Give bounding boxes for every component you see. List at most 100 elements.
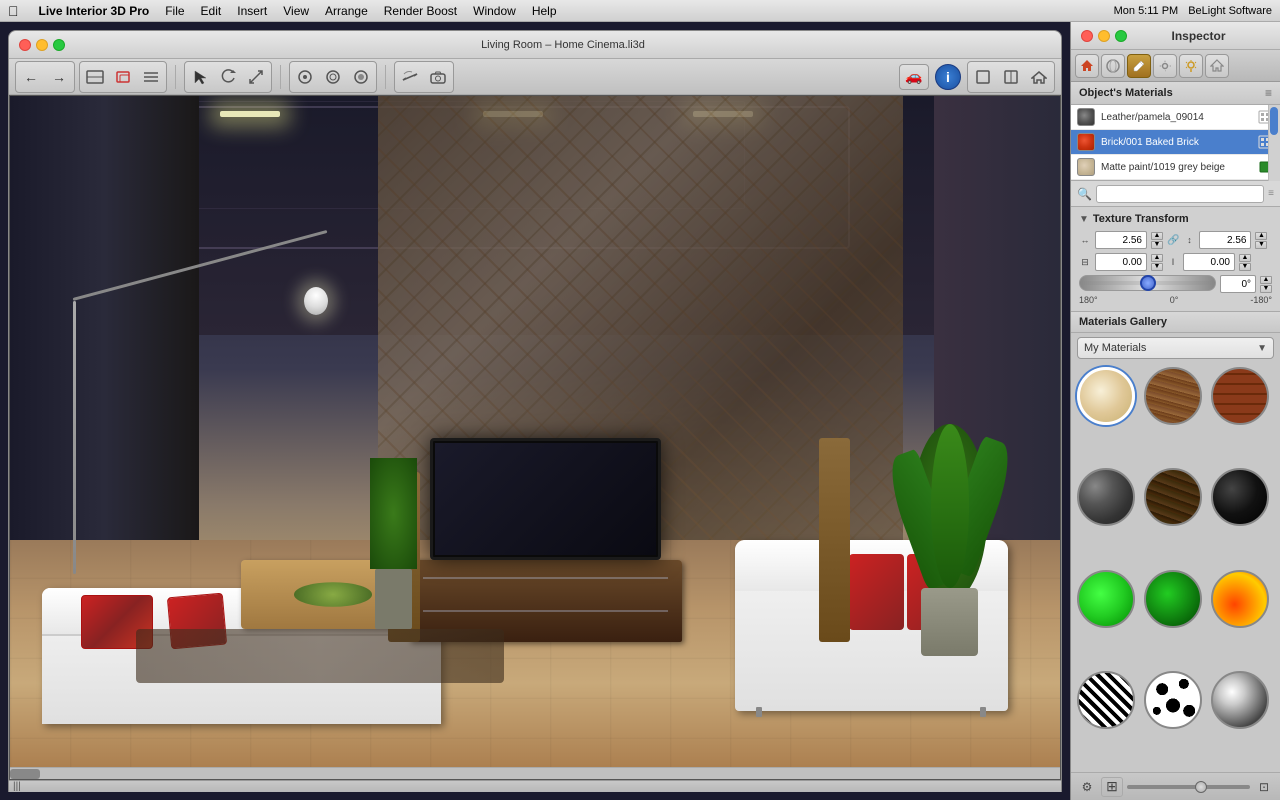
scale-button[interactable] [243, 64, 269, 90]
zoom-slider-thumb[interactable] [1195, 781, 1207, 793]
inspector-tab-object[interactable] [1101, 54, 1125, 78]
gallery-item-6[interactable] [1211, 468, 1269, 526]
gallery-item-10[interactable] [1077, 671, 1135, 729]
material-item-brick[interactable]: Brick/001 Baked Brick [1071, 130, 1280, 155]
scale-y-down[interactable]: ▼ [1255, 241, 1267, 249]
gallery-item-3[interactable] [1211, 367, 1269, 425]
inspector-settings-button[interactable]: ⚙ [1077, 777, 1097, 797]
gallery-item-7[interactable] [1077, 570, 1135, 628]
gallery-dropdown[interactable]: My Materials ▼ [1077, 337, 1274, 359]
materials-scrollbar-thumb[interactable] [1270, 107, 1278, 135]
menu-view[interactable]: View [283, 4, 309, 18]
inspector-add-button[interactable]: ⊞ [1101, 777, 1123, 797]
info-button[interactable]: i [935, 64, 961, 90]
menu-file[interactable]: File [165, 4, 184, 18]
view-2d-button[interactable] [82, 64, 108, 90]
gallery-item-4[interactable] [1077, 468, 1135, 526]
orbit-button[interactable] [320, 64, 346, 90]
menu-edit[interactable]: Edit [201, 4, 222, 18]
inspector-view-button[interactable]: ⊡ [1254, 777, 1274, 797]
viewport-scrollbar-thumb[interactable] [10, 769, 40, 779]
layout-2-button[interactable] [998, 64, 1024, 90]
offset-y-up[interactable]: ▲ [1239, 254, 1251, 262]
menu-render-boost[interactable]: Render Boost [384, 4, 457, 18]
scale-x-input[interactable] [1095, 231, 1147, 249]
car-button[interactable]: 🚗 [899, 64, 929, 90]
close-button[interactable] [19, 39, 31, 51]
zoom-slider-track[interactable] [1127, 785, 1250, 789]
gallery-grid [1071, 363, 1280, 772]
camera-button[interactable] [425, 64, 451, 90]
angle-up[interactable]: ▲ [1260, 276, 1272, 284]
inspector-tab-house[interactable] [1075, 54, 1099, 78]
point-button[interactable] [292, 64, 318, 90]
back-button[interactable]: ← [18, 64, 44, 90]
scale-y-input[interactable] [1199, 231, 1251, 249]
apple-menu[interactable]:  [8, 3, 19, 19]
inspector-tab-lighting[interactable] [1179, 54, 1203, 78]
material-item-leather[interactable]: Leather/pamela_09014 [1071, 105, 1280, 130]
tt-collapse-icon[interactable]: ▼ [1079, 214, 1089, 225]
gallery-item-11[interactable] [1144, 671, 1202, 729]
app-name[interactable]: Live Interior 3D Pro [39, 4, 150, 18]
brick-swatch [1077, 133, 1095, 151]
gallery-item-1[interactable] [1077, 367, 1135, 425]
offset-x-down[interactable]: ▼ [1151, 263, 1163, 271]
gallery-item-12[interactable] [1211, 671, 1269, 729]
filter-input[interactable] [1096, 185, 1264, 203]
viewport-3d[interactable] [9, 95, 1061, 780]
gallery-item-2[interactable] [1144, 367, 1202, 425]
offset-y-down[interactable]: ▼ [1239, 263, 1251, 271]
scale-x-up[interactable]: ▲ [1151, 232, 1163, 240]
viewport-scrollbar[interactable] [10, 767, 1060, 779]
objects-materials-header: Object's Materials ≡ [1071, 82, 1280, 105]
maximize-button[interactable] [53, 39, 65, 51]
angle-slider-track[interactable] [1079, 275, 1216, 291]
select-group [184, 61, 272, 93]
offset-y-input[interactable] [1183, 253, 1235, 271]
offset-x-input[interactable] [1095, 253, 1147, 271]
layout-home-button[interactable] [1026, 64, 1052, 90]
texture-transform-label: Texture Transform [1093, 213, 1189, 225]
material-item-matte[interactable]: Matte paint/1019 grey beige [1071, 155, 1280, 180]
inspector-tab-materials[interactable] [1127, 54, 1151, 78]
view-3d-button[interactable] [110, 64, 136, 90]
forward-button[interactable]: → [46, 64, 72, 90]
scale-x-down[interactable]: ▼ [1151, 241, 1163, 249]
menu-help[interactable]: Help [532, 4, 557, 18]
filter-menu[interactable]: ≡ [1268, 188, 1274, 199]
section-menu-icon[interactable]: ≡ [1265, 86, 1272, 100]
menu-arrange[interactable]: Arrange [325, 4, 368, 18]
gallery-item-5[interactable] [1144, 468, 1202, 526]
sofa-leg-2 [980, 707, 986, 717]
menu-insert[interactable]: Insert [237, 4, 267, 18]
inspector-titlebar: Inspector [1071, 22, 1280, 50]
measure-button[interactable] [397, 64, 423, 90]
window-resize-handle[interactable]: ||| [13, 781, 21, 792]
offset-x-up[interactable]: ▲ [1151, 254, 1163, 262]
pan-button[interactable] [348, 64, 374, 90]
traffic-lights [19, 39, 65, 51]
inspector-zoom[interactable] [1115, 30, 1127, 42]
angle-min-label: 180° [1079, 295, 1098, 305]
select-button[interactable] [187, 64, 213, 90]
angle-value-input[interactable] [1220, 275, 1256, 293]
rotate-button[interactable] [215, 64, 241, 90]
gallery-item-8[interactable] [1144, 570, 1202, 628]
scale-x-stepper: ▲ ▼ [1151, 232, 1163, 249]
view-list-button[interactable] [138, 64, 164, 90]
materials-gallery-section: Materials Gallery My Materials ▼ [1071, 312, 1280, 772]
inspector-tab-scene[interactable] [1205, 54, 1229, 78]
menu-window[interactable]: Window [473, 4, 516, 18]
link-icon[interactable]: 🔗 [1167, 235, 1179, 246]
inspector-tab-settings[interactable] [1153, 54, 1177, 78]
scale-y-up[interactable]: ▲ [1255, 232, 1267, 240]
materials-list-scrollbar[interactable] [1268, 105, 1280, 181]
inspector-minimize[interactable] [1098, 30, 1110, 42]
layout-1-button[interactable] [970, 64, 996, 90]
angle-slider-thumb[interactable] [1140, 275, 1156, 291]
gallery-item-9[interactable] [1211, 570, 1269, 628]
inspector-close[interactable] [1081, 30, 1093, 42]
minimize-button[interactable] [36, 39, 48, 51]
angle-down[interactable]: ▼ [1260, 285, 1272, 293]
